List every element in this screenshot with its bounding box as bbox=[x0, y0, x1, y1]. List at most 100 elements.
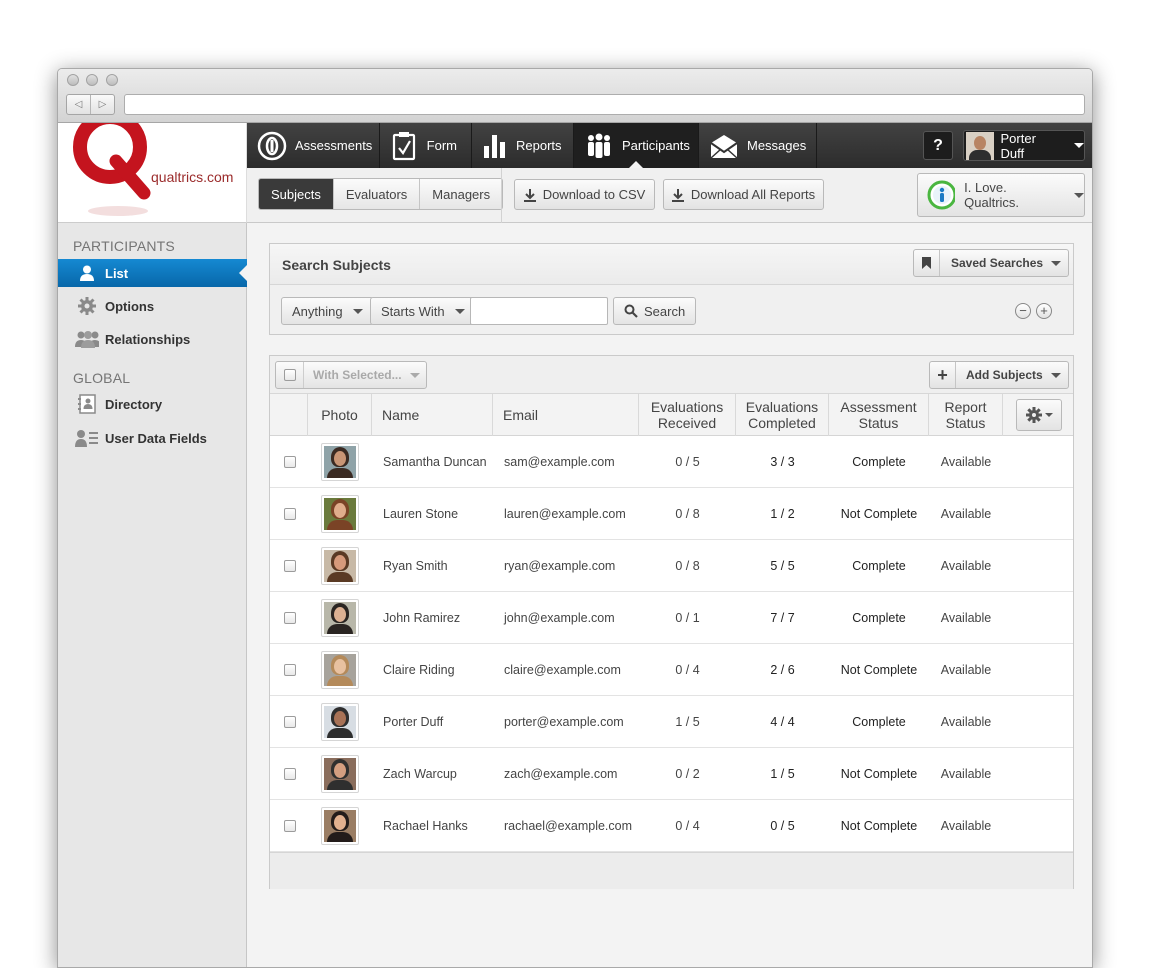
gear-icon bbox=[1025, 407, 1042, 423]
photo-cell bbox=[321, 436, 359, 488]
with-selected-label: With Selected... bbox=[313, 368, 402, 382]
email-cell: claire@example.com bbox=[504, 663, 621, 677]
sidebar-item-user-data-fields[interactable]: User Data Fields bbox=[58, 424, 247, 452]
received-cell: 0 / 8 bbox=[675, 507, 700, 521]
address-bar[interactable] bbox=[124, 94, 1085, 115]
logo-wordmark: qualtrics.com bbox=[151, 169, 234, 185]
search-title: Search Subjects bbox=[282, 257, 391, 273]
user-menu-button[interactable]: Porter Duff bbox=[963, 130, 1085, 161]
window-zoom-button[interactable] bbox=[106, 74, 118, 86]
tab-messages[interactable]: Messages bbox=[699, 123, 817, 168]
table-row[interactable]: Lauren Stone lauren@example.com 0 / 8 1 … bbox=[270, 488, 1073, 540]
assessments-icon bbox=[257, 131, 287, 161]
table-row[interactable]: Zach Warcup zach@example.com 0 / 2 1 / 5… bbox=[270, 748, 1073, 800]
row-checkbox[interactable] bbox=[284, 664, 296, 676]
project-selector[interactable]: I. Love. Qualtrics. bbox=[917, 173, 1085, 217]
avatar-face bbox=[334, 763, 346, 778]
report-status-cell: Available bbox=[940, 611, 992, 625]
completed-cell: 4 / 4 bbox=[770, 715, 795, 729]
sidebar-item-options[interactable]: Options bbox=[58, 292, 247, 320]
segment-evaluators[interactable]: Evaluators bbox=[333, 179, 421, 209]
table-row[interactable]: Claire Riding claire@example.com 0 / 4 2… bbox=[270, 644, 1073, 696]
add-criteria-button[interactable]: + bbox=[1036, 303, 1052, 319]
sidebar-item-directory[interactable]: Directory bbox=[58, 390, 247, 418]
add-subjects-button[interactable]: + Add Subjects bbox=[929, 361, 1069, 389]
sidebar-item-list[interactable]: List bbox=[58, 259, 248, 287]
help-button[interactable]: ? bbox=[923, 131, 953, 160]
search-match-select[interactable]: Starts With bbox=[370, 297, 476, 325]
assessment-status-cell: Complete bbox=[852, 611, 906, 625]
download-csv-button[interactable]: Download to CSV bbox=[514, 179, 655, 210]
with-selected-menu[interactable]: With Selected... bbox=[275, 361, 427, 389]
row-checkbox[interactable] bbox=[284, 768, 296, 780]
project-name: I. Love. Qualtrics. bbox=[964, 180, 1020, 210]
assessment-status-cell: Complete bbox=[852, 715, 906, 729]
sidebar-item-label: Directory bbox=[105, 396, 163, 412]
avatar-face bbox=[334, 659, 346, 674]
row-checkbox[interactable] bbox=[284, 456, 296, 468]
search-button[interactable]: Search bbox=[613, 297, 697, 325]
row-checkbox[interactable] bbox=[284, 820, 296, 832]
row-checkbox-cell bbox=[284, 644, 296, 696]
table-row[interactable]: Ryan Smith ryan@example.com 0 / 8 5 / 5 … bbox=[270, 540, 1073, 592]
search-icon bbox=[624, 304, 638, 318]
avatar-body bbox=[327, 624, 353, 634]
email-cell: zach@example.com bbox=[504, 767, 618, 781]
header-report-status[interactable]: Report Status bbox=[929, 394, 1003, 436]
avatar-face bbox=[334, 815, 346, 830]
segment-subjects[interactable]: Subjects bbox=[259, 179, 334, 209]
chevron-down-icon bbox=[1074, 192, 1084, 198]
select-all-checkbox[interactable] bbox=[283, 369, 296, 381]
column-settings-button[interactable] bbox=[1016, 399, 1062, 431]
avatar-image bbox=[324, 550, 356, 582]
table-row[interactable]: Rachael Hanks rachael@example.com 0 / 4 … bbox=[270, 800, 1073, 852]
assessment-status-cell: Complete bbox=[852, 559, 906, 573]
window-close-button[interactable] bbox=[67, 74, 79, 86]
table-header: Photo Name Email Evaluations Received Ev… bbox=[270, 394, 1073, 436]
tab-label: Reports bbox=[516, 138, 562, 153]
header-name[interactable]: Name bbox=[372, 394, 493, 436]
download-csv-label: Download to CSV bbox=[542, 187, 646, 202]
received-cell: 0 / 4 bbox=[675, 819, 700, 833]
avatar-body bbox=[327, 468, 353, 478]
avatar-face bbox=[334, 503, 346, 518]
download-all-reports-button[interactable]: Download All Reports bbox=[663, 179, 824, 210]
tab-reports[interactable]: Reports bbox=[472, 123, 574, 168]
tab-label: Assessments bbox=[295, 138, 373, 153]
saved-searches-button[interactable]: Saved Searches bbox=[913, 249, 1069, 277]
email-cell: john@example.com bbox=[504, 611, 615, 625]
header-email[interactable]: Email bbox=[493, 394, 639, 436]
row-checkbox[interactable] bbox=[284, 612, 296, 624]
tab-form[interactable]: Form bbox=[380, 123, 472, 168]
header-photo[interactable]: Photo bbox=[308, 394, 372, 436]
search-field-select[interactable]: Anything bbox=[281, 297, 374, 325]
remove-criteria-button[interactable]: − bbox=[1015, 303, 1031, 319]
received-cell: 0 / 5 bbox=[675, 455, 700, 469]
name-cell: Lauren Stone bbox=[383, 507, 459, 521]
table-row[interactable]: John Ramirez john@example.com 0 / 1 7 / … bbox=[270, 592, 1073, 644]
header-evaluations-completed[interactable]: Evaluations Completed bbox=[736, 394, 829, 436]
sidebar-item-relationships[interactable]: Relationships bbox=[58, 325, 247, 353]
tab-participants[interactable]: Participants bbox=[574, 123, 699, 169]
row-checkbox[interactable] bbox=[284, 560, 296, 572]
avatar bbox=[321, 651, 359, 689]
select-all-checkbox-wrap bbox=[276, 362, 304, 388]
row-checkbox[interactable] bbox=[284, 716, 296, 728]
table-row[interactable]: Samantha Duncan sam@example.com 0 / 5 3 … bbox=[270, 436, 1073, 488]
logo[interactable]: qualtrics.com bbox=[58, 123, 247, 223]
back-arrow-icon[interactable]: ◁ bbox=[67, 95, 91, 114]
header-evaluations-received[interactable]: Evaluations Received bbox=[639, 394, 736, 436]
segment-managers[interactable]: Managers bbox=[420, 179, 503, 209]
tab-assessments[interactable]: Assessments bbox=[247, 123, 380, 168]
table-row[interactable]: Porter Duff porter@example.com 1 / 5 4 /… bbox=[270, 696, 1073, 748]
form-clipboard-icon bbox=[390, 131, 419, 161]
avatar-face bbox=[334, 555, 346, 570]
header-assessment-status[interactable]: Assessment Status bbox=[829, 394, 929, 436]
row-checkbox[interactable] bbox=[284, 508, 296, 520]
sidebar: PARTICIPANTS List Options Relationships … bbox=[58, 223, 248, 967]
forward-arrow-icon[interactable]: ▷ bbox=[91, 95, 114, 114]
photo-cell bbox=[321, 592, 359, 644]
report-status-cell: Available bbox=[940, 663, 992, 677]
window-minimize-button[interactable] bbox=[86, 74, 98, 86]
search-input[interactable] bbox=[470, 297, 608, 325]
